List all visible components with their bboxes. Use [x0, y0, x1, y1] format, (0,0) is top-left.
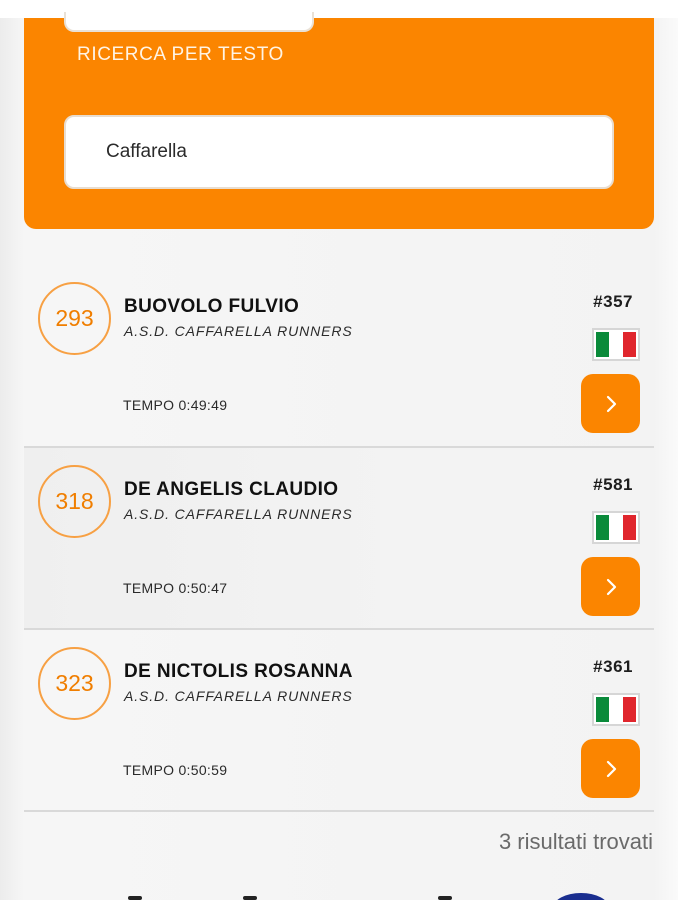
footer-partial-divider	[243, 896, 257, 900]
footer-partial-divider	[438, 896, 452, 900]
club-name: A.S.D. CAFFARELLA RUNNERS	[124, 688, 353, 704]
athlete-name: DE NICTOLIS ROSANNA	[124, 661, 353, 682]
result-row[interactable]: 293 BUOVOLO FULVIO A.S.D. CAFFARELLA RUN…	[24, 265, 654, 448]
footer-logo-partial	[553, 893, 609, 900]
finish-time: TEMPO 0:49:49	[123, 397, 228, 413]
italy-flag-icon	[592, 511, 640, 544]
club-name: A.S.D. CAFFARELLA RUNNERS	[124, 506, 353, 522]
previous-filter-field[interactable]	[64, 12, 314, 32]
chevron-right-icon	[606, 395, 616, 412]
athlete-name: BUOVOLO FULVIO	[124, 296, 300, 317]
italy-flag-icon	[592, 693, 640, 726]
search-input[interactable]	[64, 115, 614, 189]
rank-badge: 293	[38, 282, 111, 355]
footer-partial-divider	[128, 896, 142, 900]
italy-flag-icon	[592, 328, 640, 361]
chevron-right-icon	[606, 760, 616, 777]
chevron-right-icon	[606, 578, 616, 595]
details-button[interactable]	[581, 557, 640, 616]
rank-badge: 323	[38, 647, 111, 720]
search-panel: RICERCA PER TESTO	[24, 12, 654, 229]
athlete-name: DE ANGELIS CLAUDIO	[124, 479, 339, 500]
finish-time: TEMPO 0:50:59	[123, 762, 228, 778]
search-label: RICERCA PER TESTO	[77, 44, 284, 65]
results-count: 3 risultati trovati	[498, 829, 653, 854]
result-row[interactable]: 323 DE NICTOLIS ROSANNA A.S.D. CAFFARELL…	[24, 630, 654, 812]
details-button[interactable]	[581, 739, 640, 798]
bib-number: #361	[593, 657, 633, 676]
finish-time: TEMPO 0:50:47	[123, 580, 228, 596]
rank-badge: 318	[38, 465, 111, 538]
results-list: 293 BUOVOLO FULVIO A.S.D. CAFFARELLA RUN…	[24, 265, 654, 812]
bib-number: #357	[593, 292, 633, 311]
club-name: A.S.D. CAFFARELLA RUNNERS	[124, 323, 353, 339]
bib-number: #581	[593, 475, 633, 494]
details-button[interactable]	[581, 374, 640, 433]
result-row[interactable]: 318 DE ANGELIS CLAUDIO A.S.D. CAFFARELLA…	[24, 448, 654, 630]
